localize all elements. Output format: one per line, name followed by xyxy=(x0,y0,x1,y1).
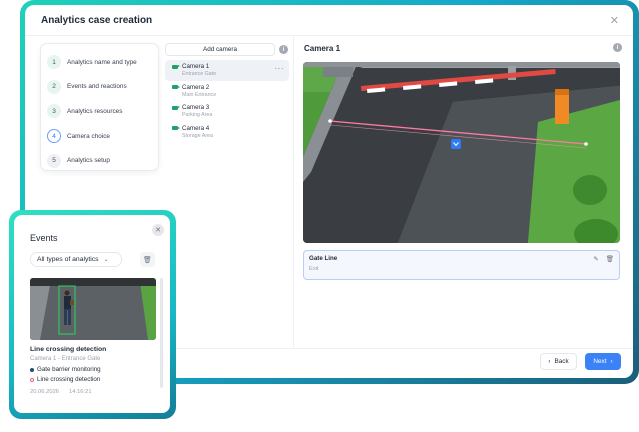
chevron-right-icon: › xyxy=(610,358,613,365)
analytics-type-value: All types of analytics xyxy=(37,256,99,263)
step-2[interactable]: 2 Events and reactions xyxy=(47,75,152,100)
event-snapshot-image xyxy=(30,278,156,340)
camera-list-panel: Add camera i Camera 1 Entrance Gate ··· … xyxy=(165,43,289,142)
step-1[interactable]: 1 Analytics name and type xyxy=(47,50,152,75)
camera-list-item[interactable]: Camera 2 Main Entrance xyxy=(165,81,289,102)
line-config-card[interactable]: Gate Line Exit ✎ 🗑 xyxy=(303,250,620,280)
more-options-icon[interactable]: ··· xyxy=(275,64,285,73)
event-tag-label: Gate barrier monitoring xyxy=(37,366,101,373)
trash-icon[interactable]: 🗑 xyxy=(140,252,155,267)
event-camera: Camera 1 - Entrance Gate xyxy=(30,356,101,362)
camera-name: Camera 1 xyxy=(182,63,210,70)
event-tag-label: Line crossing detection xyxy=(37,376,101,383)
step-number: 2 xyxy=(47,79,61,94)
close-icon[interactable]: ✕ xyxy=(152,224,164,236)
step-number: 5 xyxy=(47,153,61,168)
step-number: 1 xyxy=(47,55,61,70)
camera-icon xyxy=(172,126,180,130)
tag-dot-icon xyxy=(30,367,34,372)
chevron-left-icon: ‹ xyxy=(548,358,551,365)
line-title: Gate Line xyxy=(309,255,338,262)
event-tag: Gate barrier monitoring xyxy=(30,366,101,373)
events-title: Events xyxy=(30,233,58,243)
events-scrollbar[interactable] xyxy=(160,278,163,388)
window-title: Analytics case creation xyxy=(41,15,153,26)
events-panel: Events ✕ All types of analytics ⌄ 🗑 Line… xyxy=(14,215,170,413)
camera-feed-image xyxy=(303,62,620,243)
step-label: Analytics name and type xyxy=(67,58,137,66)
camera-location: Entrance Gate xyxy=(182,71,217,77)
camera-location: Main Entrance xyxy=(182,91,217,98)
camera-detail-title: Camera 1 xyxy=(304,44,341,53)
event-snapshot[interactable] xyxy=(30,278,156,340)
next-button[interactable]: Next › xyxy=(585,353,621,370)
analytics-type-select[interactable]: All types of analytics ⌄ xyxy=(30,252,122,267)
camera-icon xyxy=(172,85,180,89)
next-label: Next xyxy=(593,358,607,365)
trash-icon[interactable]: 🗑 xyxy=(606,255,614,263)
header-divider xyxy=(25,35,633,36)
step-label: Camera choice xyxy=(67,132,110,140)
camera-icon xyxy=(172,105,180,110)
step-3[interactable]: 3 Analytics resources xyxy=(47,99,152,124)
camera-name: Camera 3 xyxy=(182,104,210,111)
info-icon[interactable]: i xyxy=(279,45,288,54)
chevron-down-icon: ⌄ xyxy=(103,257,109,263)
close-icon[interactable]: ✕ xyxy=(610,14,619,27)
event-title: Line crossing detection xyxy=(30,346,107,353)
camera-location: Storage Area xyxy=(182,132,213,139)
camera-list-item[interactable]: Camera 3 Parking Area xyxy=(165,101,289,122)
step-5[interactable]: 5 Analytics setup xyxy=(47,148,152,173)
event-tag: Line crossing detection xyxy=(30,376,100,383)
step-number: 3 xyxy=(47,104,61,119)
step-label: Analytics setup xyxy=(67,157,110,165)
step-label: Events and reactions xyxy=(67,83,127,91)
step-number: 4 xyxy=(47,129,61,144)
wizard-steps: 1 Analytics name and type 2 Events and r… xyxy=(40,43,159,171)
camera-name: Camera 2 xyxy=(182,83,210,91)
camera-location: Parking Area xyxy=(182,112,213,118)
event-timestamp: 20.06.2026 14:16:21 xyxy=(30,389,92,395)
line-direction-input[interactable]: Exit xyxy=(309,266,614,272)
step-4[interactable]: 4 Camera choice xyxy=(47,124,152,149)
camera-name: Camera 4 xyxy=(182,124,210,132)
edit-icon[interactable]: ✎ xyxy=(593,255,598,263)
tag-ring-icon xyxy=(30,377,34,382)
camera-list-item[interactable]: Camera 1 Entrance Gate ··· xyxy=(165,60,289,81)
camera-list-item[interactable]: Camera 4 Storage Area xyxy=(165,122,289,143)
column-divider xyxy=(293,36,294,348)
add-camera-button[interactable]: Add camera xyxy=(165,43,275,56)
camera-feed[interactable] xyxy=(303,62,620,243)
step-label: Analytics resources xyxy=(67,107,123,115)
back-button[interactable]: ‹ Back xyxy=(540,353,577,370)
event-time: 14:16:21 xyxy=(69,389,92,395)
event-date: 20.06.2026 xyxy=(30,389,60,395)
back-label: Back xyxy=(554,358,569,365)
info-icon[interactable]: i xyxy=(613,43,622,52)
camera-icon xyxy=(172,64,180,69)
